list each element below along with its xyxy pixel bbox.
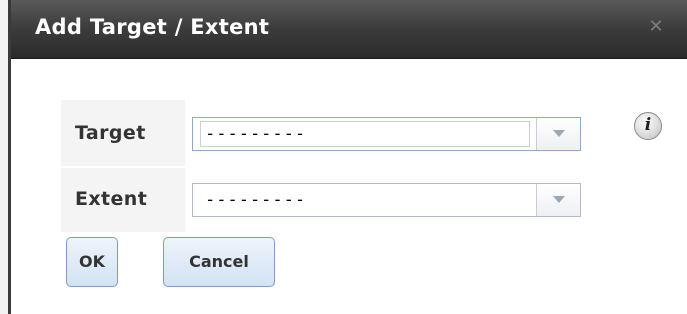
cancel-button[interactable]: Cancel (163, 237, 275, 287)
extent-dropdown-button[interactable] (536, 184, 580, 216)
dialog-title: Add Target / Extent (35, 15, 270, 39)
add-target-extent-dialog: Add Target / Extent ✕ Target --------- i… (11, 0, 687, 314)
dialog-titlebar[interactable]: Add Target / Extent ✕ (11, 0, 687, 59)
close-icon[interactable]: ✕ (645, 16, 667, 38)
target-select-value: --------- (205, 124, 307, 144)
target-label-cell: Target (61, 100, 185, 166)
target-label: Target (75, 122, 146, 144)
ok-button[interactable]: OK (66, 237, 118, 287)
extent-label: Extent (75, 188, 148, 210)
extent-select-value: --------- (205, 190, 307, 210)
extent-select[interactable]: --------- (192, 183, 581, 217)
info-icon[interactable]: i (634, 112, 662, 140)
target-select[interactable]: --------- (192, 117, 581, 151)
target-dropdown-button[interactable] (536, 118, 580, 150)
chevron-down-icon (553, 130, 565, 137)
extent-label-cell: Extent (61, 168, 185, 232)
chevron-down-icon (553, 196, 565, 203)
info-icon-glyph: i (644, 115, 652, 135)
